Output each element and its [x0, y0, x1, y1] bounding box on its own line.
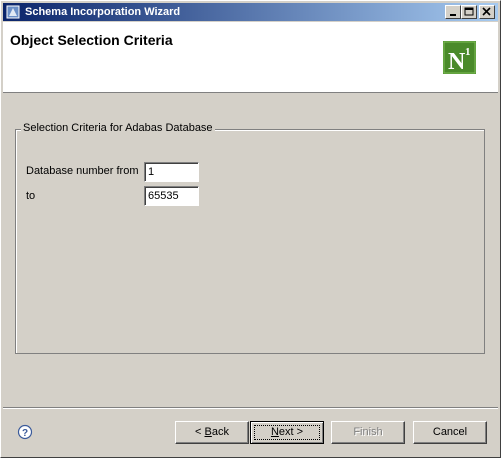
- selection-criteria-group: [15, 129, 485, 354]
- app-icon: [6, 5, 20, 19]
- window-title: Schema Incorporation Wizard: [25, 6, 181, 18]
- back-mnemonic: B: [204, 426, 212, 438]
- finish-button[interactable]: Finish: [331, 421, 405, 444]
- close-button[interactable]: [479, 5, 495, 19]
- maximize-button[interactable]: [461, 5, 477, 19]
- minimize-icon: [450, 14, 456, 16]
- wizard-header: Object Selection Criteria N 1: [3, 22, 498, 93]
- back-button[interactable]: < Back: [175, 421, 249, 444]
- title-bar[interactable]: Schema Incorporation Wizard: [3, 3, 498, 21]
- logo-letter: N: [448, 49, 466, 74]
- help-icon[interactable]: ?: [17, 424, 33, 440]
- close-icon: [482, 7, 491, 16]
- to-label: to: [26, 190, 36, 202]
- wizard-window: Schema Incorporation Wizard Object Selec…: [0, 0, 501, 458]
- group-label: Selection Criteria for Adabas Database: [21, 122, 215, 135]
- database-number-from-input[interactable]: 1: [144, 162, 199, 182]
- minimize-button[interactable]: [445, 5, 461, 19]
- back-prefix: <: [195, 426, 205, 438]
- from-label: Database number from: [26, 165, 139, 177]
- page-title: Object Selection Criteria: [10, 32, 173, 48]
- focus-rect: [254, 425, 320, 440]
- back-rest: ack: [211, 426, 229, 438]
- database-number-to-input[interactable]: 65535: [144, 186, 199, 206]
- maximize-icon: [464, 7, 474, 16]
- svg-text:?: ?: [22, 428, 28, 439]
- cancel-button[interactable]: Cancel: [413, 421, 487, 444]
- logo-superscript: 1: [465, 46, 471, 58]
- next-button[interactable]: Next >: [250, 421, 324, 444]
- n1-logo-icon: N 1: [443, 41, 476, 74]
- footer-separator: [3, 407, 498, 409]
